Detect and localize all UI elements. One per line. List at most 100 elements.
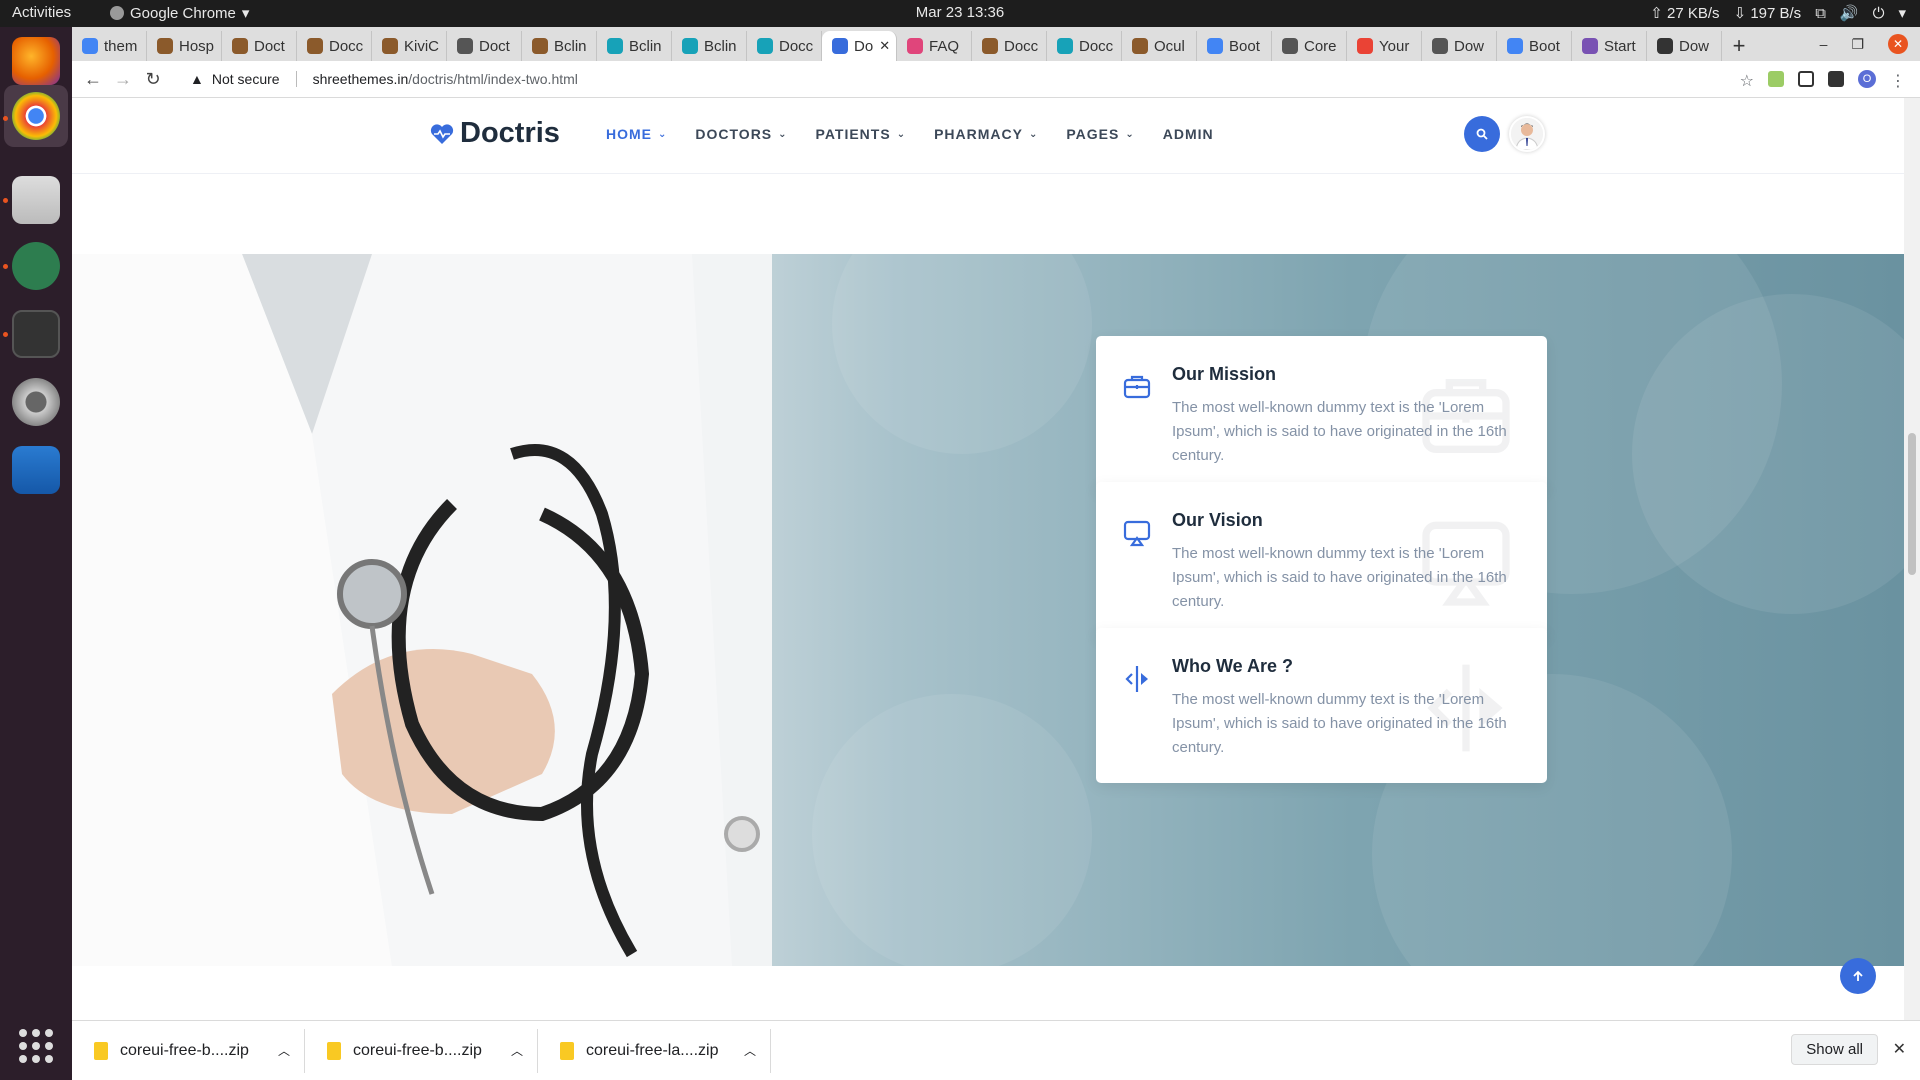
browser-tab[interactable]: Start bbox=[1572, 31, 1647, 61]
browser-tab[interactable]: Dow bbox=[1422, 31, 1497, 61]
running-indicator bbox=[3, 116, 8, 121]
favicon-icon bbox=[607, 38, 623, 54]
browser-tab[interactable]: Docc bbox=[747, 31, 822, 61]
puzzle-icon[interactable] bbox=[1828, 71, 1844, 87]
tab-label: Docc bbox=[329, 37, 364, 55]
power-icon[interactable]: ⏻ bbox=[1873, 5, 1885, 22]
favicon-icon bbox=[307, 38, 323, 54]
tab-label: Dow bbox=[1679, 37, 1710, 55]
browser-tab[interactable]: Docc bbox=[972, 31, 1047, 61]
new-tab-button[interactable]: + bbox=[1722, 31, 1756, 61]
back-button[interactable]: ← bbox=[78, 69, 108, 90]
chrome-icon[interactable] bbox=[12, 92, 60, 140]
chevron-up-icon[interactable]: ︿ bbox=[511, 1042, 523, 1059]
search-button[interactable] bbox=[1464, 116, 1500, 152]
tab-label: Boot bbox=[1529, 37, 1560, 55]
site-logo[interactable]: Doctris bbox=[430, 117, 560, 150]
nav-item-doctors[interactable]: DOCTORS ⌄ bbox=[695, 126, 787, 142]
chevron-up-icon[interactable]: ︿ bbox=[278, 1042, 290, 1059]
extension-icon[interactable] bbox=[1768, 71, 1784, 87]
url-text[interactable]: shreethemes.in/doctris/html/index-two.ht… bbox=[313, 71, 578, 87]
atom-icon[interactable] bbox=[12, 242, 60, 290]
nav-item-pages[interactable]: PAGES ⌄ bbox=[1066, 126, 1134, 142]
maximize-button[interactable]: ❐ bbox=[1851, 36, 1864, 53]
forward-button[interactable]: → bbox=[108, 69, 138, 90]
activities-button[interactable]: Activities bbox=[12, 4, 71, 21]
code-fork-icon bbox=[1125, 666, 1148, 692]
nav-item-admin[interactable]: ADMIN bbox=[1163, 126, 1214, 142]
extensions-area: ☆ O ⋮ bbox=[1740, 70, 1906, 90]
network-icon[interactable]: ⧉ bbox=[1815, 5, 1826, 22]
browser-tab[interactable]: Bclin bbox=[597, 31, 672, 61]
browser-tab[interactable]: Docc bbox=[1047, 31, 1122, 61]
browser-tab[interactable]: Boot bbox=[1197, 31, 1272, 61]
settings-icon[interactable] bbox=[12, 378, 60, 426]
show-all-button[interactable]: Show all bbox=[1791, 1034, 1878, 1065]
browser-tab[interactable]: Doct bbox=[447, 31, 522, 61]
page-scrollbar[interactable] bbox=[1904, 98, 1920, 1020]
writer-icon[interactable] bbox=[12, 446, 60, 494]
card-text: The most well-known dummy text is the 'L… bbox=[1172, 545, 1507, 610]
reload-button[interactable]: ↻ bbox=[138, 69, 168, 90]
download-item[interactable]: coreui-free-b....zip ︿ bbox=[72, 1028, 305, 1073]
extension-icon[interactable] bbox=[1798, 71, 1814, 87]
minimize-button[interactable]: – bbox=[1820, 36, 1828, 52]
browser-tab[interactable]: Hosp bbox=[147, 31, 222, 61]
browser-tab[interactable]: Bclin bbox=[522, 31, 597, 61]
browser-tab[interactable]: Doct bbox=[222, 31, 297, 61]
favicon-icon bbox=[982, 38, 998, 54]
close-tab-icon[interactable]: ✕ bbox=[879, 38, 890, 54]
info-card: Who We Are ? The most well-known dummy te… bbox=[1096, 628, 1547, 783]
browser-tab[interactable]: Boot bbox=[1497, 31, 1572, 61]
profile-avatar[interactable]: O bbox=[1858, 70, 1876, 88]
scrollbar-thumb[interactable] bbox=[1908, 433, 1916, 575]
browser-tab[interactable]: them bbox=[72, 31, 147, 61]
browser-tab[interactable]: Bclin bbox=[672, 31, 747, 61]
download-item[interactable]: coreui-free-la....zip ︿ bbox=[538, 1028, 771, 1073]
volume-icon[interactable]: 🔊 bbox=[1840, 4, 1859, 22]
chevron-down-icon: ⌄ bbox=[1125, 128, 1135, 140]
running-indicator bbox=[3, 264, 8, 269]
tab-label: Core bbox=[1304, 37, 1337, 55]
address-bar[interactable]: ▲ Not secure shreethemes.in/doctris/html… bbox=[190, 71, 578, 87]
zip-file-icon bbox=[94, 1041, 108, 1060]
favicon-icon bbox=[757, 38, 773, 54]
star-icon[interactable]: ☆ bbox=[1740, 71, 1754, 90]
system-tray[interactable]: ⇧ 27 KB/s ⇩ 197 B/s ⧉ 🔊 ⏻ ▾ bbox=[1650, 4, 1906, 23]
chevron-up-icon[interactable]: ︿ bbox=[744, 1042, 756, 1059]
terminal-icon[interactable] bbox=[12, 310, 60, 358]
browser-tab[interactable]: Core bbox=[1272, 31, 1347, 61]
tab-label: Doct bbox=[479, 37, 510, 55]
kebab-menu-icon[interactable]: ⋮ bbox=[1890, 71, 1906, 90]
download-item[interactable]: coreui-free-b....zip ︿ bbox=[305, 1028, 538, 1073]
browser-tab[interactable]: Your bbox=[1347, 31, 1422, 61]
user-avatar[interactable] bbox=[1509, 116, 1545, 152]
browser-tab[interactable]: FAQ bbox=[897, 31, 972, 61]
nav-item-label: HOME bbox=[606, 126, 652, 142]
browser-tab[interactable]: KiviC bbox=[372, 31, 447, 61]
close-window-button[interactable]: ✕ bbox=[1888, 34, 1908, 54]
nav-item-label: PATIENTS bbox=[815, 126, 891, 142]
zip-file-icon bbox=[560, 1041, 574, 1060]
nav-item-home[interactable]: HOME ⌄ bbox=[606, 126, 667, 142]
browser-tab[interactable]: Dow bbox=[1647, 31, 1722, 61]
nav-item-pharmacy[interactable]: PHARMACY ⌄ bbox=[934, 126, 1038, 142]
browser-tab[interactable]: Do ✕ bbox=[822, 31, 897, 61]
chevron-down-icon[interactable]: ▾ bbox=[1898, 4, 1906, 22]
browser-tab[interactable]: Ocul bbox=[1122, 31, 1197, 61]
nav-item-patients[interactable]: PATIENTS ⌄ bbox=[816, 126, 907, 142]
show-apps-icon[interactable] bbox=[19, 1029, 53, 1063]
tab-label: FAQ bbox=[929, 37, 960, 55]
nav-item-label: PHARMACY bbox=[934, 126, 1023, 142]
favicon-icon bbox=[1507, 38, 1523, 54]
browser-tab[interactable]: Docc bbox=[297, 31, 372, 61]
back-to-top-button[interactable] bbox=[1840, 958, 1876, 994]
app-menu[interactable]: Google Chrome ▾ bbox=[110, 4, 249, 22]
firefox-icon[interactable] bbox=[12, 37, 60, 85]
running-indicator bbox=[3, 198, 8, 203]
files-icon[interactable] bbox=[12, 176, 60, 224]
clock[interactable]: Mar 23 13:36 bbox=[0, 4, 1920, 21]
close-shelf-button[interactable]: ✕ bbox=[1893, 1039, 1906, 1059]
favicon-icon bbox=[1582, 38, 1598, 54]
tab-label: Do bbox=[854, 37, 874, 55]
